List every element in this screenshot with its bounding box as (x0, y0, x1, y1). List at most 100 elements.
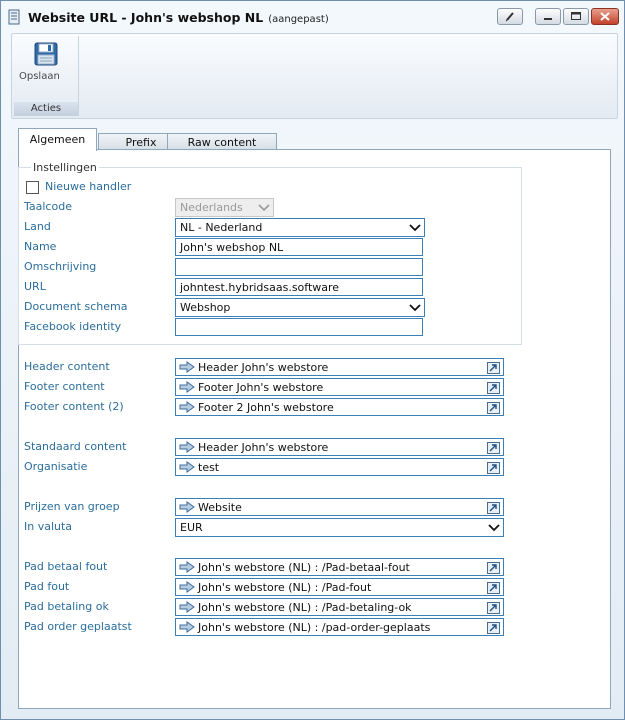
footer-content-2-label: Footer content (2) (24, 400, 124, 413)
description-field[interactable] (175, 258, 423, 276)
error-path-label: Pad fout (24, 580, 70, 593)
actions-group-label: Acties (14, 102, 78, 116)
new-handler-label[interactable]: Nieuwe handler (45, 180, 131, 193)
chevron-down-icon (488, 524, 500, 532)
minimize-icon (544, 18, 552, 20)
chevron-down-icon (258, 204, 270, 212)
chevron-down-icon (409, 304, 421, 312)
arrow-right-icon (179, 501, 195, 513)
open-external-icon[interactable] (487, 402, 500, 414)
open-external-icon[interactable] (487, 362, 500, 374)
arrow-right-icon (179, 561, 195, 573)
standard-content-label: Standaard content (24, 440, 127, 453)
url-value: johntest.hybridsaas.software (180, 281, 340, 294)
arrow-right-icon (179, 621, 195, 633)
ribbon-toolbar: Opslaan Acties (11, 33, 618, 119)
error-path-link[interactable]: John's webstore (NL) : /Pad-fout (175, 578, 504, 596)
country-label: Land (24, 220, 51, 233)
window-title: Website URL - John's webshop NL (aangepas… (28, 10, 329, 25)
arrow-right-icon (179, 581, 195, 593)
open-external-icon[interactable] (487, 582, 500, 594)
document-schema-select[interactable]: Webshop (175, 298, 425, 317)
header-content-value: Header John's webstore (198, 361, 329, 374)
language-code-value: Nederlands (180, 201, 243, 214)
window-title-text: Website URL - John's webshop NL (28, 10, 264, 25)
arrow-right-icon (179, 401, 195, 413)
name-value: John's webshop NL (180, 241, 284, 254)
open-external-icon[interactable] (487, 382, 500, 394)
currency-value: EUR (180, 521, 203, 534)
facebook-identity-label: Facebook identity (24, 320, 122, 333)
name-field[interactable]: John's webshop NL (175, 238, 423, 256)
save-label: Opslaan (19, 71, 60, 82)
window: Website URL - John's webshop NL (aangepas… (0, 0, 625, 720)
price-group-link[interactable]: Website (175, 498, 504, 516)
description-label: Omschrijving (24, 260, 97, 273)
order-placed-path-value: John's webstore (NL) : /pad-order-geplaa… (198, 621, 431, 634)
tab-algemeen[interactable]: Algemeen (18, 128, 97, 151)
pay-ok-path-label: Pad betaling ok (24, 600, 109, 613)
actions-group: Opslaan Acties (14, 36, 79, 116)
pay-error-path-label: Pad betaal fout (24, 560, 108, 573)
open-external-icon[interactable] (487, 622, 500, 634)
maximize-button[interactable] (563, 8, 589, 25)
footer-content-value: Footer John's webstore (198, 381, 324, 394)
pay-error-path-value: John's webstore (NL) : /Pad-betaal-fout (198, 561, 410, 574)
settings-legend: Instellingen (31, 161, 99, 174)
footer-content-2-value: Footer 2 John's webstore (198, 401, 334, 414)
footer-content-label: Footer content (24, 380, 105, 393)
country-value: NL - Nederland (180, 221, 263, 234)
arrow-right-icon (179, 361, 195, 373)
document-schema-value: Webshop (180, 301, 231, 314)
new-handler-checkbox[interactable] (26, 181, 39, 194)
floppy-disk-icon (34, 42, 58, 66)
title-bar[interactable]: Website URL - John's webshop NL (aangepas… (1, 1, 624, 33)
currency-select[interactable]: EUR (175, 518, 504, 537)
close-button[interactable] (591, 8, 619, 25)
arrow-right-icon (179, 461, 195, 473)
pay-ok-path-link[interactable]: John's webstore (NL) : /Pad-betaling-ok (175, 598, 504, 616)
document-schema-label: Document schema (24, 300, 128, 313)
price-group-label: Prijzen van groep (24, 500, 120, 513)
pencil-icon (505, 12, 514, 22)
maximize-icon (571, 12, 581, 20)
price-group-value: Website (198, 501, 242, 514)
organisation-value: test (198, 461, 220, 474)
language-code-label: Taalcode (24, 200, 72, 213)
arrow-right-icon (179, 441, 195, 453)
open-external-icon[interactable] (487, 442, 500, 454)
arrow-right-icon (179, 601, 195, 613)
organisation-label: Organisatie (24, 460, 88, 473)
tab-strip: Algemeen Prefix Raw content (18, 128, 618, 151)
country-select[interactable]: NL - Nederland (175, 218, 425, 237)
standard-content-link[interactable]: Header John's webstore (175, 438, 504, 456)
footer-content-2-link[interactable]: Footer 2 John's webstore (175, 398, 504, 416)
edit-window-button[interactable] (497, 8, 523, 25)
window-state: (aangepast) (268, 14, 329, 25)
order-placed-path-link[interactable]: John's webstore (NL) : /pad-order-geplaa… (175, 618, 504, 636)
open-external-icon[interactable] (487, 462, 500, 474)
arrow-right-icon (179, 381, 195, 393)
standard-content-value: Header John's webstore (198, 441, 329, 454)
open-external-icon[interactable] (487, 602, 500, 614)
open-external-icon[interactable] (487, 562, 500, 574)
language-code-select: Nederlands (175, 198, 274, 217)
header-content-label: Header content (24, 360, 110, 373)
footer-content-link[interactable]: Footer John's webstore (175, 378, 504, 396)
url-field[interactable]: johntest.hybridsaas.software (175, 278, 423, 296)
pay-error-path-link[interactable]: John's webstore (NL) : /Pad-betaal-fout (175, 558, 504, 576)
save-button[interactable]: Opslaan (19, 42, 73, 92)
currency-label: In valuta (24, 520, 73, 533)
chevron-down-icon (409, 224, 421, 232)
close-icon (600, 12, 610, 21)
url-label: URL (24, 280, 46, 293)
header-content-link[interactable]: Header John's webstore (175, 358, 504, 376)
minimize-button[interactable] (535, 8, 561, 25)
name-label: Name (24, 240, 57, 253)
organisation-link[interactable]: test (175, 458, 504, 476)
open-external-icon[interactable] (487, 502, 500, 514)
pay-ok-path-value: John's webstore (NL) : /Pad-betaling-ok (198, 601, 412, 614)
order-placed-path-label: Pad order geplaatst (24, 620, 132, 633)
facebook-identity-field[interactable] (175, 318, 423, 336)
document-icon (8, 9, 20, 25)
